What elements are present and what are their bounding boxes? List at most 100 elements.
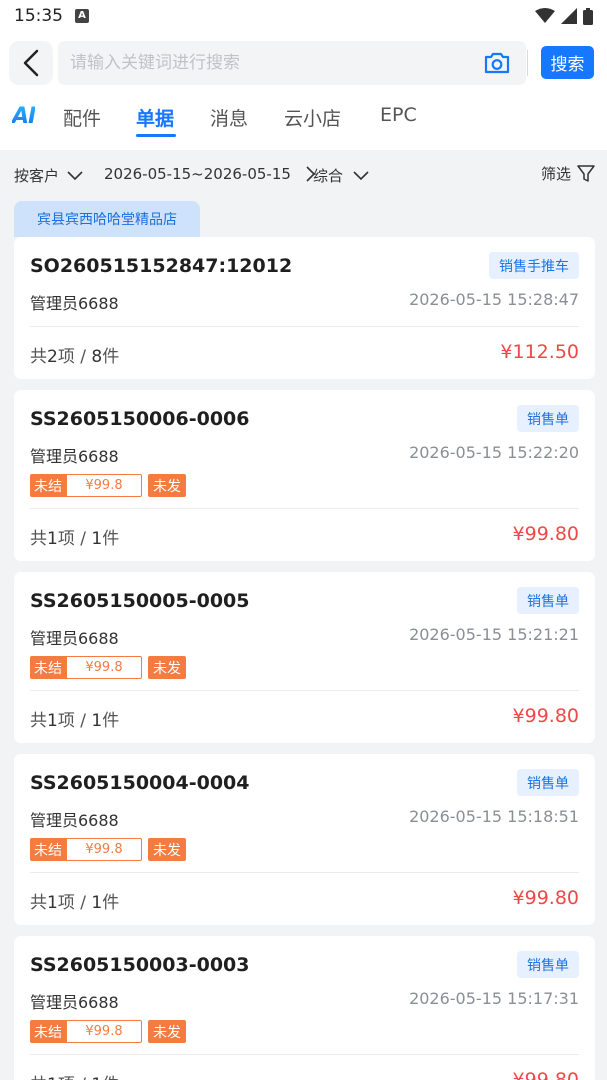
quantity-count: 1 (91, 1075, 102, 1080)
summary-suffix: 件 (102, 347, 120, 367)
tab-ai[interactable]: AI (12, 104, 36, 129)
order-summary: 共1项 / 1件 (30, 1070, 119, 1080)
back-button[interactable] (9, 41, 53, 85)
item-count: 1 (47, 711, 58, 731)
order-id: SS2605150004-0004 (30, 772, 250, 794)
customer-filter[interactable]: 按客户 (14, 165, 83, 186)
tab-parts[interactable]: 配件 (63, 104, 101, 131)
order-id: SS2605150005-0005 (30, 590, 250, 612)
shipping-status-badge: 未发 (148, 838, 186, 861)
search-button[interactable]: 搜索 (541, 46, 594, 79)
order-total-price: ¥99.80 (512, 887, 579, 909)
order-time: 2026-05-15 15:17:31 (409, 989, 579, 1008)
order-total-price: ¥99.80 (512, 1069, 579, 1080)
quantity-count: 1 (91, 711, 103, 731)
summary-suffix: 件 (102, 529, 120, 549)
order-total-price: ¥99.80 (512, 705, 579, 727)
filter-label: 筛选 (540, 165, 571, 183)
order-summary: 共1项 / 1件 (30, 524, 119, 549)
battery-icon (583, 7, 593, 25)
summary-prefix: 共 (30, 347, 47, 367)
summary-mid: 项 / (57, 347, 92, 367)
wifi-icon (535, 8, 555, 23)
unsettled-amount-badge: ¥99.8 (66, 1020, 142, 1043)
status-tags: 未结 ¥99.8 未发 (30, 474, 186, 497)
order-id: SO260515152847:12012 (30, 255, 293, 277)
status-tags: 未结 ¥99.8 未发 (30, 1020, 186, 1043)
order-type-badge: 销售单 (517, 405, 579, 432)
date-range-label: 2026-05-15~2026-05-15 (104, 165, 291, 183)
status-icons (535, 7, 593, 25)
order-type-badge: 销售单 (517, 769, 579, 796)
order-card[interactable]: SS2605150006-0006 销售单管理员6688 2026-05-15 15… (14, 390, 595, 561)
order-total-price: ¥99.80 (512, 523, 579, 545)
quantity-count: 8 (91, 347, 103, 367)
sort-filter[interactable]: 综合 (313, 165, 369, 186)
order-summary: 共1项 / 1件 (30, 888, 119, 913)
order-operator: 管理员6688 (30, 811, 119, 830)
funnel-icon (577, 164, 595, 182)
card-divider (30, 1054, 579, 1055)
quantity-count: 1 (91, 893, 103, 913)
tab-messages[interactable]: 消息 (210, 104, 248, 131)
card-divider (30, 690, 579, 691)
notification-icon: A (75, 9, 89, 23)
order-time: 2026-05-15 15:22:20 (409, 443, 579, 462)
order-time: 2026-05-15 15:21:21 (409, 625, 579, 644)
unsettled-amount-badge: ¥99.8 (66, 838, 142, 861)
item-count: 1 (47, 893, 58, 913)
summary-mid: 项 / (57, 893, 92, 913)
tab-cloud-store[interactable]: 云小店 (284, 104, 341, 131)
summary-mid: 项 / (57, 529, 92, 549)
tab-epc[interactable]: EPC (380, 104, 417, 126)
store-tag[interactable]: 宾县宾西哈哈堂精品店 (14, 201, 200, 237)
order-summary: 共2项 / 8件 (30, 342, 119, 367)
search-input[interactable] (70, 41, 470, 85)
camera-icon[interactable] (482, 49, 512, 77)
order-operator: 管理员6688 (30, 294, 119, 313)
order-card[interactable]: SS2605150004-0004 销售单 管理员6688 2026-05-15 15… (14, 754, 595, 925)
date-range-filter[interactable]: 2026-05-15~2026-05-15 (104, 165, 317, 183)
order-time: 2026-05-15 15:28:47 (409, 290, 579, 309)
order-total-price: ¥112.50 (500, 341, 579, 363)
order-type-badge: 销售单 (517, 951, 579, 978)
customer-filter-label: 按客户 (14, 167, 60, 185)
item-count: 1 (47, 1075, 58, 1080)
order-card[interactable]: SS2605150003-0003 销售单 管理员6688 2026-05-15 15… (14, 936, 595, 1080)
order-id: SS2605150006-0006 (30, 408, 250, 430)
chevron-down-icon (67, 170, 83, 180)
order-type-badge: 销售手推车 (489, 252, 579, 279)
settlement-status-badge: 未结 (30, 1020, 66, 1043)
summary-mid: 项 / (57, 711, 92, 731)
order-operator: 管理员6688 (30, 447, 119, 466)
shipping-status-badge: 未发 (148, 1020, 186, 1043)
tab-documents[interactable]: 单据 (136, 104, 174, 131)
summary-prefix: 共 (30, 529, 47, 549)
summary-prefix: 共 (30, 893, 47, 913)
order-card[interactable]: SS2605150005-0005 销售单 管理员6688 2026-05-15 15… (14, 572, 595, 743)
search-header: 搜索 (0, 40, 607, 86)
card-divider (30, 326, 579, 327)
tab-bar: AI 配件 单据 消息 云小店 EPC (0, 98, 607, 144)
item-count: 2 (47, 347, 58, 367)
chevron-down-icon (353, 170, 369, 180)
unsettled-amount-badge: ¥99.8 (66, 656, 142, 679)
chevron-left-icon (23, 49, 39, 77)
order-card[interactable]: SO260515152847:12012 销售手推车管理员6688 2026-05-… (14, 237, 595, 379)
signal-icon (561, 8, 577, 24)
order-operator: 管理员6688 (30, 993, 119, 1012)
sort-filter-label: 综合 (313, 167, 344, 185)
filter-bar: 按客户 2026-05-15~2026-05-15 综合 筛选 (0, 150, 607, 200)
filter-button[interactable]: 筛选 (541, 163, 595, 184)
summary-suffix: 件 (102, 893, 120, 913)
order-summary: 共1项 / 1件 (30, 706, 119, 731)
shipping-status-badge: 未发 (148, 474, 186, 497)
active-tab-indicator (136, 134, 176, 137)
status-bar: 15:35 A (0, 0, 607, 32)
order-list-area: 按客户 2026-05-15~2026-05-15 综合 筛选 宾县宾西哈哈堂精… (0, 150, 607, 1080)
unsettled-amount-badge: ¥99.8 (66, 474, 142, 497)
card-divider (30, 508, 579, 509)
settlement-status-badge: 未结 (30, 838, 66, 861)
search-divider (527, 50, 528, 76)
summary-mid: 项 / (58, 1075, 92, 1080)
